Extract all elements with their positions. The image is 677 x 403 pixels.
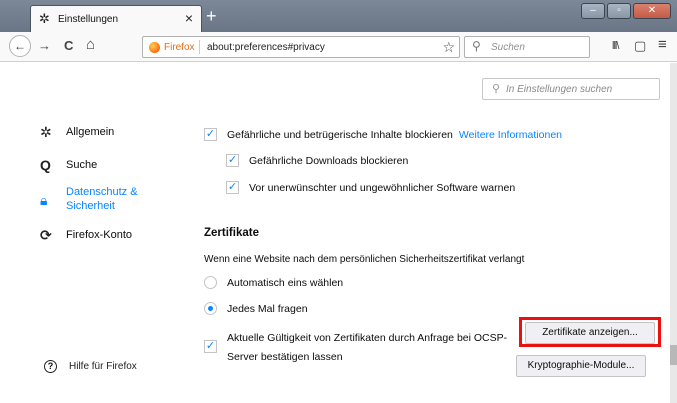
sidebar-item-datenschutz[interactable]: 🔒︎ Datenschutz & Sicherheit (40, 185, 138, 213)
reload-button[interactable]: C (64, 38, 73, 53)
search-icon: ⚲ (492, 83, 501, 95)
new-tab-button[interactable]: + (206, 6, 217, 27)
block-dangerous-checkbox[interactable]: ✓ (204, 128, 217, 141)
scrollbar-thumb[interactable] (670, 345, 677, 365)
warn-software-row: ✓ Vor unerwünschter und ungewöhnlicher S… (226, 181, 516, 194)
ocsp-label-line2: Server bestätigen lassen (227, 351, 343, 363)
block-dangerous-row: ✓ Gefährliche und betrügerische Inhalte … (204, 128, 562, 141)
window-controls: – ▫ ✕ (581, 3, 671, 19)
home-button[interactable]: ⌂ (86, 36, 95, 53)
block-downloads-checkbox[interactable]: ✓ (226, 154, 239, 167)
title-bar: ✲ Einstellungen × + – ▫ ✕ (0, 0, 677, 33)
close-tab-icon[interactable]: × (185, 10, 193, 26)
forward-button[interactable]: → (38, 38, 51, 53)
tab-einstellungen[interactable]: ✲ Einstellungen × (30, 5, 202, 33)
library-icon[interactable]: lll\ (612, 40, 619, 52)
url-bar[interactable]: Firefox about:preferences#privacy ☆ (142, 36, 460, 58)
ocsp-checkbox[interactable]: ✓ (204, 340, 217, 353)
minimize-button[interactable]: – (581, 3, 605, 19)
gear-icon: ✲ (39, 11, 50, 26)
maximize-button[interactable]: ▫ (607, 3, 631, 19)
ocsp-row: ✓ Aktuelle Gültigkeit von Zertifikaten d… (204, 329, 507, 367)
sidebar-icon[interactable]: ▢ (634, 38, 646, 54)
navigation-toolbar: ← → C ⌂ Firefox about:preferences#privac… (0, 32, 677, 62)
close-window-button[interactable]: ✕ (633, 3, 671, 19)
firefox-logo-icon (149, 42, 160, 53)
search-icon: ⚲ (472, 39, 481, 53)
sidebar-item-firefox-konto[interactable]: ⟳ Firefox-Konto (40, 228, 132, 242)
sidebar-item-suche[interactable]: Q Suche (40, 158, 97, 172)
preferences-search-input[interactable]: ⚲ In Einstellungen suchen (482, 78, 660, 100)
help-icon: ? (44, 360, 57, 373)
search-bar[interactable]: ⚲ Suchen (464, 36, 590, 58)
ask-every-time-row: Jedes Mal fragen (204, 302, 308, 315)
auto-select-radio[interactable] (204, 276, 217, 289)
preferences-search-placeholder: In Einstellungen suchen (506, 84, 613, 95)
search-icon: Q (40, 157, 51, 173)
more-info-link[interactable]: Weitere Informationen (459, 129, 562, 141)
url-separator (199, 40, 200, 54)
gear-icon: ✲ (40, 124, 52, 140)
back-button[interactable]: ← (9, 35, 31, 57)
help-link[interactable]: ? Hilfe für Firefox (44, 360, 137, 373)
sync-icon: ⟳ (40, 227, 52, 243)
url-text[interactable]: about:preferences#privacy (207, 42, 325, 53)
block-downloads-row: ✓ Gefährliche Downloads blockieren (226, 154, 409, 167)
ocsp-label-line1: Aktuelle Gültigkeit von Zertifikaten dur… (227, 332, 508, 344)
warn-software-checkbox[interactable]: ✓ (226, 181, 239, 194)
certificates-description: Wenn eine Website nach dem persönlichen … (204, 254, 525, 265)
crypto-modules-button[interactable]: Kryptographie-Module... (516, 355, 646, 377)
sidebar-item-label: Datenschutz & (66, 186, 138, 198)
highlight-box (519, 317, 661, 347)
tab-title: Einstellungen (58, 14, 119, 25)
bookmark-star-icon[interactable]: ☆ (442, 39, 455, 56)
sidebar-item-allgemein[interactable]: ✲ Allgemein (40, 125, 114, 139)
identity-label[interactable]: Firefox (164, 42, 195, 53)
auto-select-row: Automatisch eins wählen (204, 276, 343, 289)
ask-every-time-radio[interactable] (204, 302, 217, 315)
menu-icon[interactable]: ≡ (658, 36, 667, 53)
lock-icon: 🔒︎ (40, 192, 48, 208)
sidebar-item-label: Sicherheit (66, 200, 115, 212)
search-placeholder: Suchen (491, 42, 525, 53)
certificates-heading: Zertifikate (204, 227, 259, 239)
